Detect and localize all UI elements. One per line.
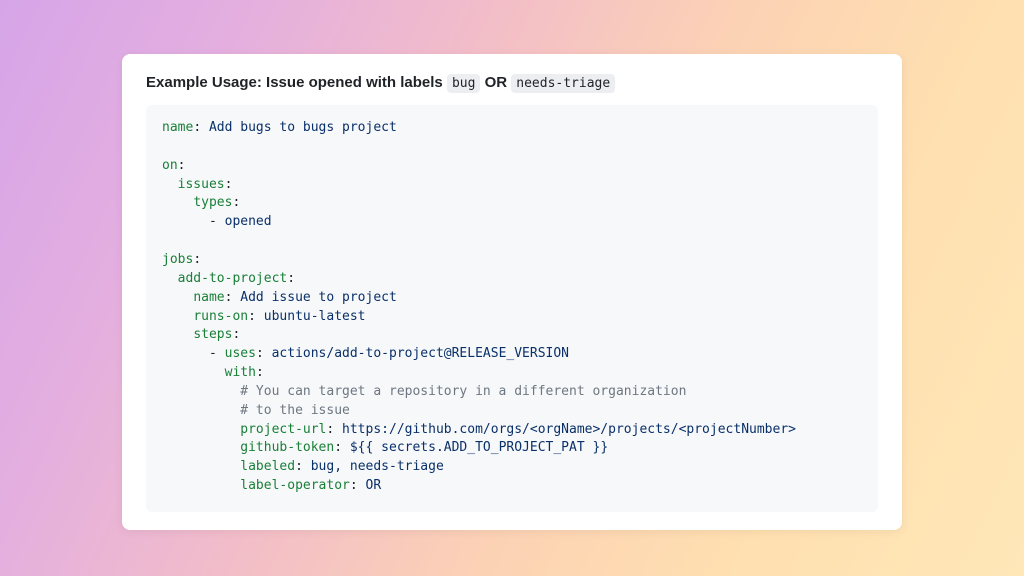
yaml-key: add-to-project [178, 271, 288, 286]
yaml-value: actions/add-to-project@RELEASE_VERSION [272, 346, 569, 361]
yaml-value: https://github.com/orgs/<orgName>/projec… [342, 422, 796, 437]
yaml-value: ubuntu-latest [264, 309, 366, 324]
heading-mid: OR [480, 74, 511, 91]
yaml-key: jobs [162, 252, 193, 267]
yaml-key: uses [225, 346, 256, 361]
yaml-value: ${{ secrets.ADD_TO_PROJECT_PAT }} [350, 440, 608, 455]
yaml-value: bug, needs-triage [311, 459, 444, 474]
heading-code-needs-triage: needs-triage [511, 74, 615, 93]
yaml-value: Add issue to project [240, 290, 397, 305]
yaml-key: name [162, 120, 193, 135]
yaml-key: on [162, 158, 178, 173]
yaml-key: steps [193, 327, 232, 342]
heading-prefix: Example Usage: Issue opened with labels [146, 74, 447, 91]
yaml-key: label-operator [240, 478, 350, 493]
yaml-key: with [225, 365, 256, 380]
yaml-comment: # You can target a repository in a diffe… [240, 384, 686, 399]
yaml-comment: # to the issue [240, 403, 350, 418]
yaml-key: labeled [240, 459, 295, 474]
yaml-code-block: name: Add bugs to bugs project on: issue… [146, 105, 878, 512]
heading-code-bug: bug [447, 74, 480, 93]
yaml-key: project-url [240, 422, 326, 437]
yaml-key: types [193, 195, 232, 210]
yaml-value: Add bugs to bugs project [209, 120, 397, 135]
yaml-value: opened [225, 214, 272, 229]
yaml-key: issues [178, 177, 225, 192]
doc-card: Example Usage: Issue opened with labels … [122, 54, 902, 530]
yaml-key: github-token [240, 440, 334, 455]
yaml-value: OR [366, 478, 382, 493]
example-heading: Example Usage: Issue opened with labels … [146, 74, 878, 91]
yaml-key: runs-on [193, 309, 248, 324]
yaml-key: name [193, 290, 224, 305]
